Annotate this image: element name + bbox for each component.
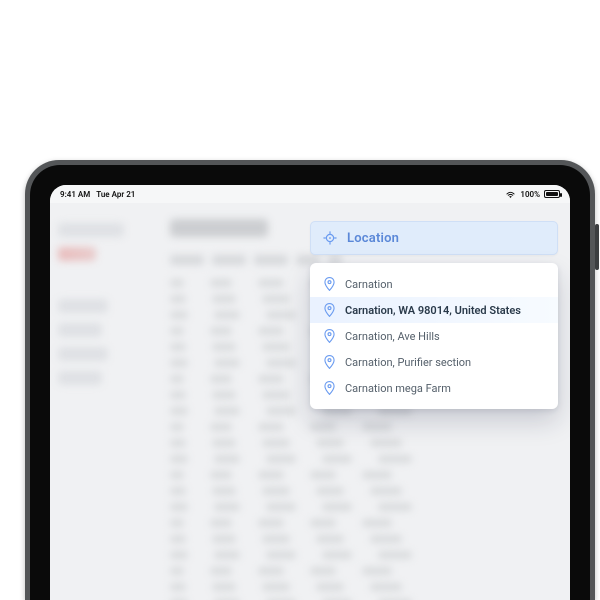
location-result-item[interactable]: Carnation, Ave Hills bbox=[310, 323, 558, 349]
pin-icon bbox=[324, 277, 335, 291]
location-result-item[interactable]: Carnation, WA 98014, United States bbox=[310, 297, 558, 323]
status-time: 9:41 AM bbox=[60, 190, 90, 199]
gps-icon bbox=[323, 231, 337, 245]
location-result-item[interactable]: Carnation mega Farm bbox=[310, 375, 558, 401]
location-result-text: Carnation, Ave Hills bbox=[345, 330, 440, 343]
location-search-bar[interactable]: Location bbox=[310, 221, 558, 255]
location-result-item[interactable]: Carnation, Purifier section bbox=[310, 349, 558, 375]
battery-icon bbox=[544, 190, 560, 198]
pin-icon bbox=[324, 329, 335, 343]
pin-icon bbox=[324, 355, 335, 369]
location-search-label: Location bbox=[347, 231, 399, 246]
tablet-frame: 9:41 AM Tue Apr 21 100% bbox=[25, 160, 595, 600]
tablet-screen: 9:41 AM Tue Apr 21 100% bbox=[50, 185, 570, 600]
status-bar: 9:41 AM Tue Apr 21 100% bbox=[50, 185, 570, 203]
pin-icon bbox=[324, 381, 335, 395]
location-result-text: Carnation bbox=[345, 278, 393, 291]
tablet-power-button bbox=[595, 224, 599, 270]
status-battery-pct: 100% bbox=[520, 190, 540, 199]
location-result-item[interactable]: Carnation bbox=[310, 271, 558, 297]
stage: 9:41 AM Tue Apr 21 100% bbox=[0, 0, 600, 600]
location-results-dropdown: Carnation Carnation, WA 98014, United Sta… bbox=[310, 263, 558, 409]
wifi-icon bbox=[505, 190, 516, 198]
pin-icon bbox=[324, 303, 335, 317]
tablet-bezel: 9:41 AM Tue Apr 21 100% bbox=[30, 165, 590, 600]
location-result-text: Carnation, WA 98014, United States bbox=[345, 304, 521, 317]
location-result-text: Carnation mega Farm bbox=[345, 382, 451, 395]
location-result-text: Carnation, Purifier section bbox=[345, 356, 471, 369]
status-date: Tue Apr 21 bbox=[96, 190, 135, 199]
